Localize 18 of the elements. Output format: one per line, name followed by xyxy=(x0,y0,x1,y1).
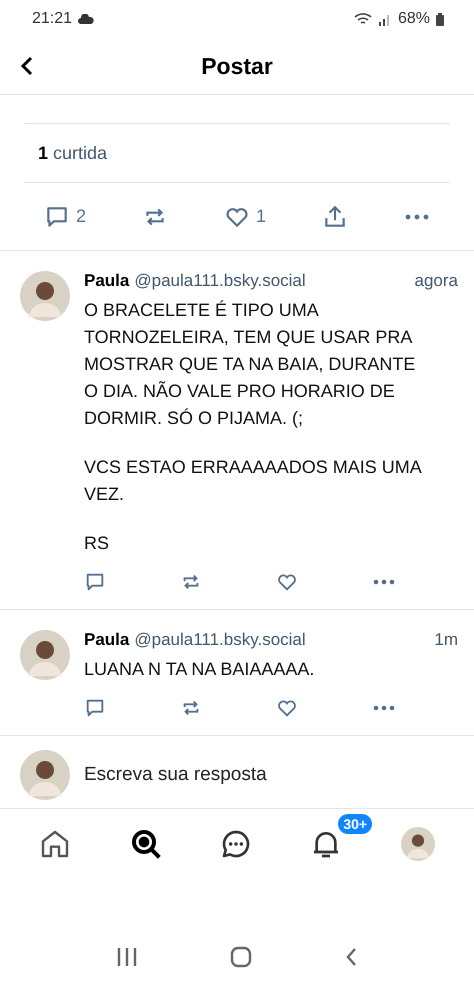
reply-field[interactable]: Escreva sua resposta xyxy=(84,764,454,786)
author-handle[interactable]: @paula111.bsky.social xyxy=(134,271,306,291)
notification-badge: 30+ xyxy=(338,814,372,834)
author-name[interactable]: Paula xyxy=(84,630,130,650)
post-text: O BRACELETE É TIPO UMA TORNOZELEIRA, TEM QUE USAR PRA MOSTRAR QUE TA NA BAIA, DURANTE O DIA. NÃO VALE PRO HORARIO DE DORMIR. SÓ O PIJAMA. (; xyxy=(84,299,416,430)
author-name[interactable]: Paula xyxy=(84,271,130,291)
battery-level: 68% xyxy=(398,10,430,28)
post-text: LUANA N TA NA BAIAAAAA. xyxy=(84,658,316,681)
author-handle[interactable]: @paula111.bsky.social xyxy=(134,630,306,650)
reply-count: 2 xyxy=(76,206,86,227)
page-title: Postar xyxy=(201,52,273,80)
post-text: VCS ESTAO ERRAAAAADOS MAIS UMA VEZ. xyxy=(84,456,422,506)
post-time: agora xyxy=(414,271,458,291)
like-count[interactable]: 1 curtida xyxy=(38,142,108,164)
like-count-label: 1 xyxy=(256,206,266,227)
clock: 21:21 xyxy=(32,10,72,28)
post-time: 1m xyxy=(434,630,458,650)
post-text: RS xyxy=(84,532,110,555)
